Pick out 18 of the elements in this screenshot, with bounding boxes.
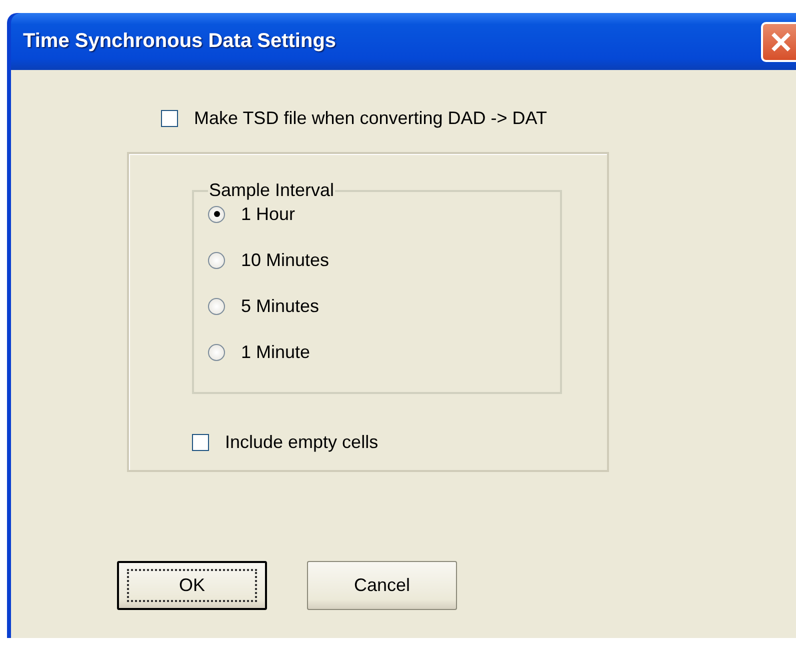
radio-label: 1 Minute bbox=[241, 342, 310, 362]
radio-label: 1 Hour bbox=[241, 204, 296, 224]
checkbox[interactable] bbox=[192, 434, 209, 451]
group-title: Sample Interval bbox=[208, 180, 336, 201]
checkbox[interactable] bbox=[161, 110, 178, 127]
ok-button[interactable]: OK bbox=[117, 561, 267, 610]
window-title: Time Synchronous Data Settings bbox=[23, 30, 336, 53]
radio-label: 10 Minutes bbox=[241, 250, 330, 270]
cancel-button[interactable]: Cancel bbox=[307, 561, 457, 610]
radio-button[interactable] bbox=[208, 344, 225, 360]
close-button[interactable] bbox=[761, 22, 796, 62]
checkbox-label: Include empty cells bbox=[225, 432, 378, 453]
checkbox-label: Make TSD file when converting DAD -> DAT bbox=[194, 108, 547, 129]
radio-label: 5 Minutes bbox=[241, 296, 320, 316]
close-icon bbox=[770, 30, 792, 52]
radio-button[interactable] bbox=[208, 252, 225, 268]
radio-button[interactable] bbox=[208, 298, 225, 314]
radio-button[interactable] bbox=[208, 206, 225, 222]
